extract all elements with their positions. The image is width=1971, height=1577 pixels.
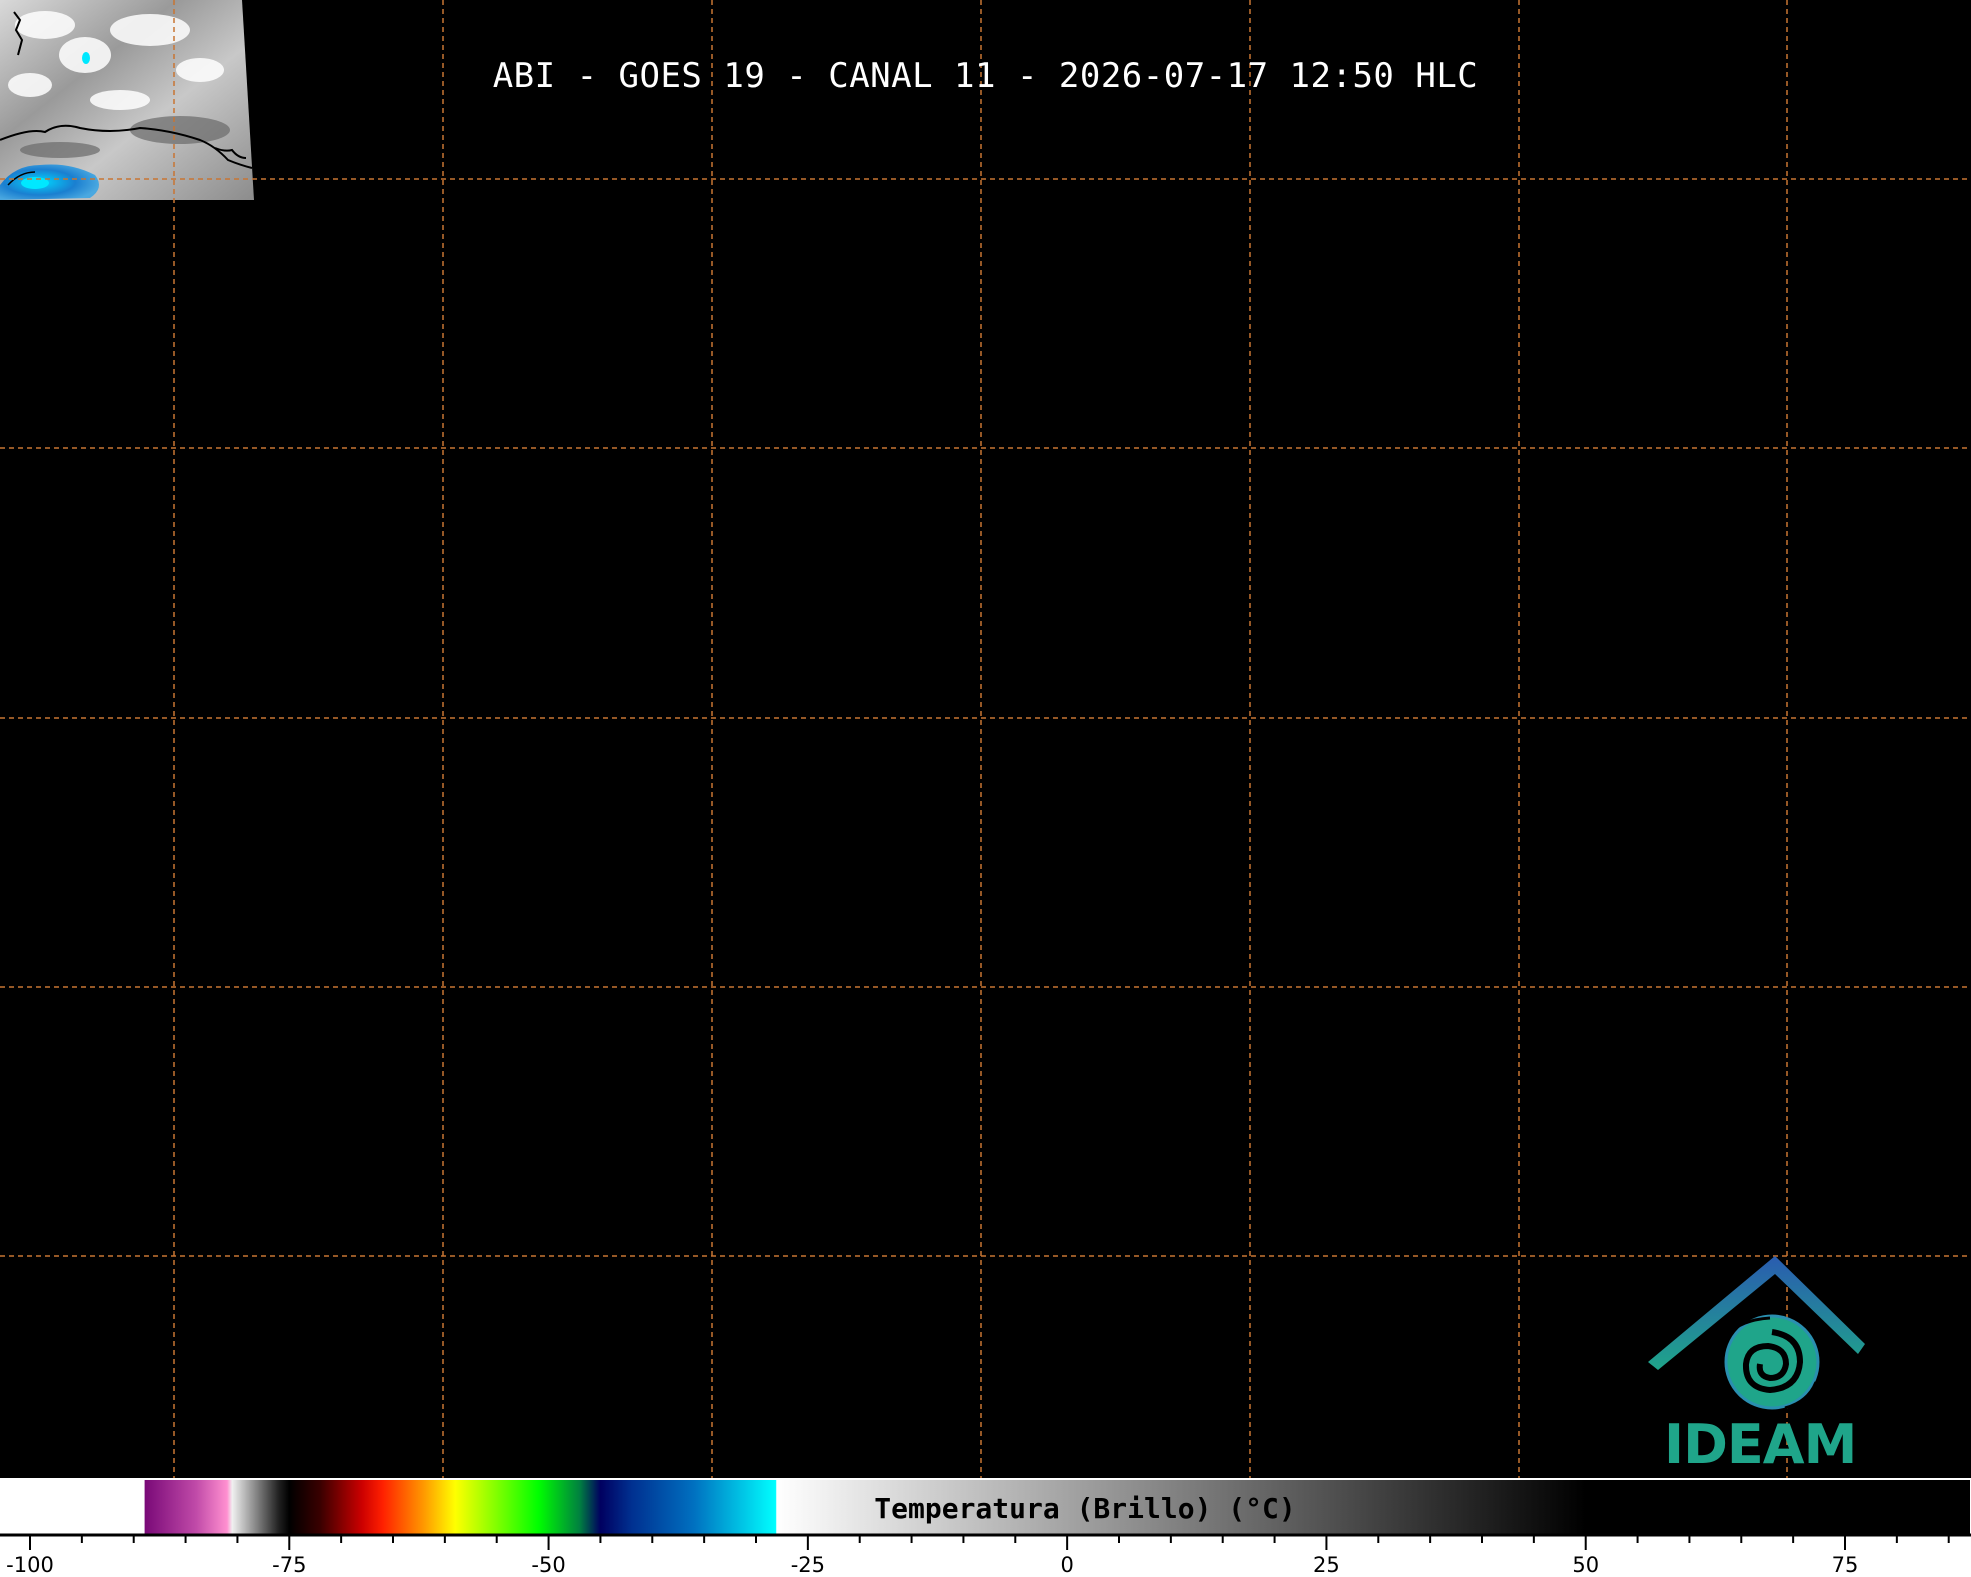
lat-lon-grid	[0, 0, 1971, 1478]
colorbar-label: Temperatura (Brillo) (°C)	[874, 1492, 1296, 1525]
colorbar-tick-label: -25	[790, 1553, 825, 1577]
ideam-logo	[1648, 1256, 1865, 1410]
colorbar-tick-label: -100	[6, 1553, 54, 1577]
colorbar: Temperatura (Brillo) (°C) -100 -75 -50 -25 0…	[0, 1478, 1971, 1577]
satellite-map	[0, 0, 1971, 1478]
ideam-logo-text: IDEAM	[1664, 1413, 1857, 1476]
colorbar-tick-label: 0	[1060, 1553, 1074, 1577]
colorbar-tick-label: -50	[531, 1553, 566, 1577]
colorbar-tick-label: -75	[272, 1553, 307, 1577]
colorbar-tick-label: 50	[1572, 1553, 1600, 1577]
colorbar-tick-label: 25	[1313, 1553, 1340, 1577]
satellite-swath	[0, 0, 254, 200]
map-title: ABI - GOES 19 - CANAL 11 - 2026-07-17 12…	[492, 56, 1479, 96]
colorbar-tick-label: 75	[1831, 1553, 1859, 1577]
map-stage: ABI - GOES 19 - CANAL 11 - 2026-07-17 12…	[0, 0, 1971, 1577]
